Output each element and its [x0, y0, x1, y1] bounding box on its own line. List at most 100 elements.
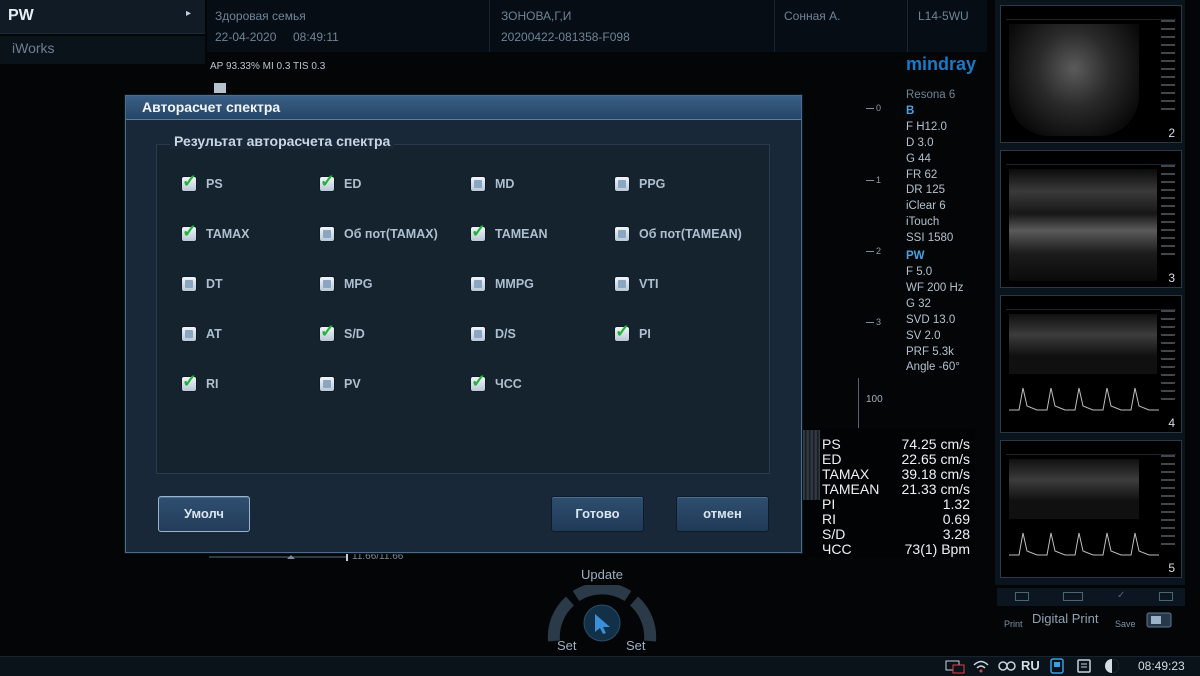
printer-icon[interactable]: [1075, 658, 1093, 674]
option-checkbox[interactable]: ✓ PI: [614, 321, 754, 344]
option-checkbox[interactable]: ✓ ED: [319, 171, 459, 194]
depth-label: 3: [876, 317, 882, 327]
trackball-icon[interactable]: [546, 585, 658, 645]
param-line: G 44: [906, 152, 931, 165]
option-checkbox[interactable]: ✓Об пот(TAMEAN): [614, 224, 754, 244]
digital-print-label: Digital Print: [1032, 611, 1099, 626]
expand-arrow-icon[interactable]: ▸: [186, 8, 191, 19]
thumbnail-toolbar: ✓: [997, 588, 1185, 606]
print-button[interactable]: Print: [1004, 619, 1023, 629]
option-checkbox[interactable]: ✓ S/D: [319, 321, 459, 344]
checkbox-label: ЧСС: [495, 377, 522, 391]
option-checkbox[interactable]: ✓MD: [470, 174, 610, 194]
thumbnail-params: [1161, 310, 1175, 400]
single-view-icon[interactable]: [1015, 592, 1029, 601]
option-checkbox[interactable]: ✓AT: [181, 324, 321, 344]
checkmark-icon: ✓: [471, 371, 487, 391]
param-line: DR 125: [906, 184, 945, 197]
checkbox-label: Об пот(TAMEAN): [639, 227, 742, 241]
option-checkbox[interactable]: ✓D/S: [470, 324, 610, 344]
param-line: SSI 1580: [906, 232, 954, 245]
depth-label: 2: [876, 246, 882, 256]
cancel-button[interactable]: отмен: [676, 496, 769, 532]
param-line: iTouch: [906, 216, 940, 229]
checkbox-label: RI: [206, 377, 219, 391]
media-icon[interactable]: [998, 658, 1016, 674]
option-checkbox[interactable]: ✓MPG: [319, 274, 459, 294]
probe-name: L14-5WU: [918, 9, 969, 23]
header-divider: [774, 0, 775, 52]
imaging-parameters: Resona 6 B F H12.0 D 3.0 G 44 FR 62 DR 1…: [906, 88, 991, 376]
check-icon[interactable]: ✓: [1117, 590, 1131, 601]
language-indicator[interactable]: RU: [1021, 658, 1040, 674]
spectrum-autocalc-dialog: Авторасчет спектра Результат авторасчета…: [125, 95, 802, 553]
thumbnail[interactable]: 3: [1000, 150, 1182, 288]
velocity-scale-label: 100: [866, 394, 883, 405]
wifi-icon[interactable]: [972, 658, 990, 674]
focus-marker: [214, 83, 226, 93]
thumbnail[interactable]: 2: [1000, 5, 1182, 143]
checkbox-box[interactable]: [181, 326, 197, 342]
depth-tick: [866, 180, 874, 181]
measurement-row: TAMEAN 21.33 cm/s: [822, 481, 970, 497]
b-mode-header: B: [906, 104, 915, 117]
option-checkbox[interactable]: ✓ PS: [181, 171, 321, 194]
default-button[interactable]: Умолч: [158, 496, 250, 532]
checkbox-label: ED: [344, 177, 362, 191]
mode-selector[interactable]: PW ▸: [0, 0, 205, 34]
system-clock: 08:49:23: [1138, 659, 1185, 673]
param-line: F H12.0: [906, 120, 947, 133]
checkmark-icon: ✓: [320, 321, 336, 341]
set-right-key[interactable]: Set: [626, 638, 646, 653]
checkbox-box[interactable]: [614, 226, 630, 242]
option-checkbox[interactable]: ✓ TAMEAN: [470, 221, 610, 244]
checkbox-box[interactable]: [319, 376, 335, 392]
option-checkbox[interactable]: ✓PPG: [614, 174, 754, 194]
save-button[interactable]: Save: [1115, 619, 1136, 629]
checkbox-box[interactable]: [319, 226, 335, 242]
patient-header: Здоровая семья 22-04-2020 08:49:11 ЗОНОВ…: [207, 0, 987, 52]
network-icon[interactable]: [945, 658, 965, 674]
usb-icon[interactable]: [1048, 658, 1066, 674]
option-checkbox[interactable]: ✓PV: [319, 374, 459, 394]
taskbar: [0, 656, 1200, 676]
dialog-title-bar[interactable]: Авторасчет спектра: [126, 96, 801, 120]
param-line: iClear 6: [906, 200, 946, 213]
velocity-scale: [858, 378, 859, 428]
iworks-button[interactable]: iWorks: [0, 36, 205, 64]
checkmark-icon: ✓: [615, 321, 631, 341]
thumbnail-number: 5: [1168, 561, 1175, 575]
iworks-label: iWorks: [12, 40, 55, 56]
power-status-icon[interactable]: [1103, 658, 1121, 674]
option-checkbox[interactable]: ✓VTI: [614, 274, 754, 294]
delete-icon[interactable]: [1159, 592, 1173, 601]
set-left-key[interactable]: Set: [557, 638, 577, 653]
param-line: SVD 13.0: [906, 313, 956, 326]
option-checkbox[interactable]: ✓ RI: [181, 371, 321, 394]
mode-label: PW: [8, 7, 34, 24]
checkbox-box[interactable]: [470, 276, 486, 292]
checkbox-box[interactable]: [614, 176, 630, 192]
cine-timeline[interactable]: [209, 553, 349, 561]
option-checkbox[interactable]: ✓ ЧСС: [470, 371, 610, 394]
storage-icon[interactable]: [1146, 612, 1172, 628]
update-key[interactable]: Update: [581, 567, 623, 582]
checkbox-box[interactable]: [470, 326, 486, 342]
param-line: D 3.0: [906, 136, 934, 149]
thumbnail-number: 4: [1168, 416, 1175, 430]
thumbnail[interactable]: 4: [1000, 295, 1182, 433]
depth-tick: [866, 251, 874, 252]
thumbnail[interactable]: 5: [1000, 440, 1182, 578]
checkbox-box[interactable]: [181, 276, 197, 292]
checkbox-label: MMPG: [495, 277, 534, 291]
option-checkbox[interactable]: ✓DT: [181, 274, 321, 294]
option-checkbox[interactable]: ✓Об пот(TAMAX): [319, 224, 459, 244]
checkbox-box[interactable]: [470, 176, 486, 192]
dual-view-icon[interactable]: [1063, 592, 1083, 601]
done-button[interactable]: Готово: [551, 496, 644, 532]
checkbox-label: Об пот(TAMAX): [344, 227, 438, 241]
option-checkbox[interactable]: ✓MMPG: [470, 274, 610, 294]
checkbox-box[interactable]: [319, 276, 335, 292]
option-checkbox[interactable]: ✓ TAMAX: [181, 221, 321, 244]
checkbox-box[interactable]: [614, 276, 630, 292]
